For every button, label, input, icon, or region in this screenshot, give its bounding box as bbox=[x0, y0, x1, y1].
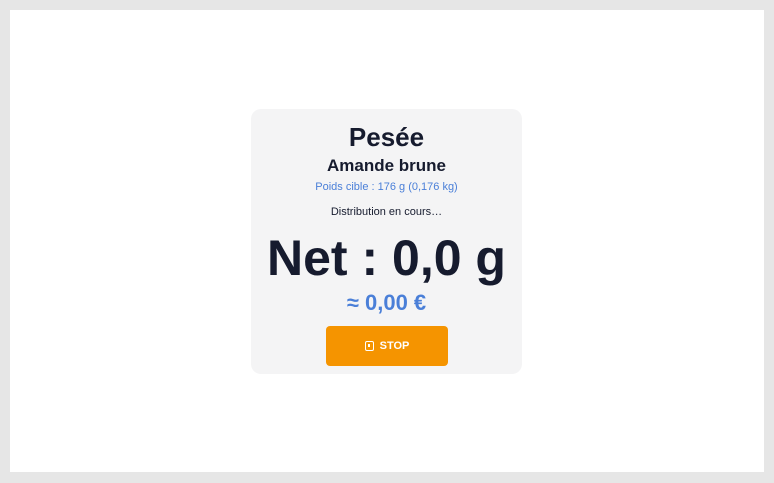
page-title: Pesée bbox=[348, 122, 425, 152]
price-display: ≈ 0,00 € bbox=[346, 290, 427, 315]
weighing-card: Pesée Amande brune Poids cible : 176 g (… bbox=[251, 109, 522, 374]
target-weight: Poids cible : 176 g (0,176 kg) bbox=[315, 181, 458, 193]
net-weight-display: Net : 0,0 g bbox=[267, 230, 506, 286]
status-text: Distribution en cours… bbox=[330, 206, 443, 218]
product-name: Amande brune bbox=[326, 156, 447, 175]
stop-button[interactable]: STOP bbox=[326, 326, 448, 366]
stop-button-label: STOP bbox=[379, 340, 410, 352]
app-screen: Pesée Amande brune Poids cible : 176 g (… bbox=[10, 10, 764, 472]
stop-icon bbox=[364, 341, 374, 351]
